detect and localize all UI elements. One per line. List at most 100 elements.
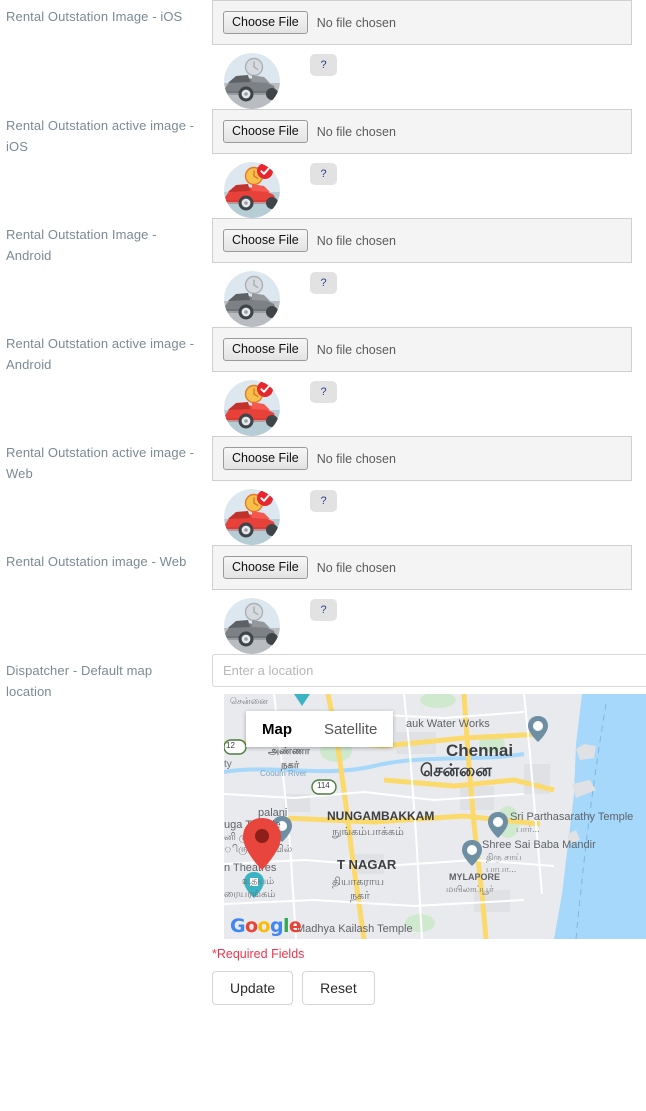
file-input[interactable]: Choose File No file chosen — [212, 545, 632, 590]
control-col: Choose File No file chosen ? — [200, 545, 646, 654]
location-input[interactable] — [212, 654, 646, 687]
map-label: NUNGAMBAKKAM — [327, 809, 434, 823]
image-preview-strip: ? — [212, 481, 632, 545]
control-col: Choose File No file chosen ? — [200, 0, 646, 109]
map-type-satellite[interactable]: Satellite — [308, 711, 393, 747]
map-label: T NAGAR — [337, 857, 397, 872]
map-label: Madhya Kailash Temple — [296, 923, 413, 935]
reset-button[interactable]: Reset — [302, 971, 375, 1005]
file-input[interactable]: Choose File No file chosen — [212, 327, 632, 372]
field-label: Rental Outstation Image - iOS — [6, 9, 183, 24]
image-preview-thumbnail — [224, 598, 280, 654]
image-preview-thumbnail — [224, 380, 280, 436]
google-logo: Google — [230, 915, 302, 937]
help-icon[interactable]: ? — [310, 272, 337, 294]
file-input[interactable]: Choose File No file chosen — [212, 0, 632, 45]
map-label: நகர் — [350, 890, 370, 902]
image-preview-strip: ? — [212, 263, 632, 327]
choose-file-button[interactable]: Choose File — [223, 447, 308, 470]
file-input[interactable]: Choose File No file chosen — [212, 436, 632, 481]
map-label: திரு சாய் — [486, 852, 522, 863]
map-label: palani — [258, 807, 287, 819]
map-label: உதயம் — [242, 876, 274, 887]
form-footer: *Required Fields Update Reset — [0, 939, 646, 1005]
control-col: Choose File No file chosen ? — [200, 109, 646, 218]
help-icon[interactable]: ? — [310, 381, 337, 403]
map-label: அண்ணா — [268, 746, 311, 757]
google-logo-letter: o — [257, 915, 270, 937]
choose-file-button[interactable]: Choose File — [223, 229, 308, 252]
map-preview[interactable]: சென்னை auk Water Works Chennai சென்னை அண்ணா ந… — [224, 694, 646, 939]
map-label: 114 — [317, 781, 330, 790]
image-preview-strip: ? — [212, 45, 632, 109]
field-label: Rental Outstation image - Web — [6, 554, 187, 569]
label-col: Rental Outstation Image - iOS — [0, 0, 200, 27]
help-icon[interactable]: ? — [310, 490, 337, 512]
file-status-text: No file chosen — [316, 233, 396, 248]
map-label: தியாகராய — [332, 876, 384, 888]
field-label: Rental Outstation active image - iOS — [6, 118, 195, 154]
map-type-toggle[interactable]: Map Satellite — [246, 711, 394, 747]
label-col: Rental Outstation Image - Android — [0, 218, 200, 266]
field-label: Rental Outstation Image - Android — [6, 227, 157, 263]
file-status-text: No file chosen — [316, 124, 396, 139]
map-label: சென்னை — [420, 761, 492, 780]
form-row-image: Rental Outstation active image - Web Cho… — [0, 436, 646, 545]
google-logo-letter: e — [288, 915, 302, 937]
image-preview-strip: ? — [212, 372, 632, 436]
google-logo-letter: g — [269, 915, 284, 937]
choose-file-button[interactable]: Choose File — [223, 120, 308, 143]
update-button[interactable]: Update — [212, 971, 294, 1005]
action-buttons: Update Reset — [212, 971, 646, 1005]
form-row-image: Rental Outstation Image - Android Choose… — [0, 218, 646, 327]
map-label: நுங்கம்பாக்கம் — [332, 826, 404, 838]
file-input[interactable]: Choose File No file chosen — [212, 109, 632, 154]
settings-form: Rental Outstation Image - iOS Choose Fil… — [0, 0, 646, 1005]
choose-file-button[interactable]: Choose File — [223, 11, 308, 34]
form-row-image: Rental Outstation Image - iOS Choose Fil… — [0, 0, 646, 109]
file-status-text: No file chosen — [316, 15, 396, 30]
form-row-image: Rental Outstation active image - iOS Cho… — [0, 109, 646, 218]
help-icon[interactable]: ? — [310, 163, 337, 185]
map-label: n Theatres — [224, 862, 277, 874]
form-row-image: Rental Outstation image - Web Choose Fil… — [0, 545, 646, 654]
form-rows: Rental Outstation Image - iOS Choose Fil… — [0, 0, 646, 654]
image-preview-thumbnail — [224, 162, 280, 218]
field-label: Rental Outstation active image - Android — [6, 336, 195, 372]
file-status-text: No file chosen — [316, 560, 396, 575]
image-preview-strip: ? — [212, 590, 632, 654]
map-label: மயிலாப்பூர் — [446, 884, 494, 894]
choose-file-button[interactable]: Choose File — [223, 556, 308, 579]
image-preview-thumbnail — [224, 271, 280, 327]
map-label: ரையரங்கம் — [224, 889, 276, 900]
map-label: பார்... — [516, 824, 540, 834]
map-label: Sri Parthasarathy Temple — [510, 811, 633, 823]
help-icon[interactable]: ? — [310, 599, 337, 621]
control-col: Choose File No file chosen ? — [200, 218, 646, 327]
form-row-map-location: Dispatcher - Default map location Enter … — [0, 654, 646, 939]
control-col: Choose File No file chosen ? — [200, 327, 646, 436]
map-label: சென்னை — [230, 696, 268, 706]
required-fields-note: *Required Fields — [212, 947, 305, 961]
map-label: Chennai — [446, 741, 513, 760]
field-label: Dispatcher - Default map location — [6, 663, 153, 699]
file-input[interactable]: Choose File No file chosen — [212, 218, 632, 263]
map-label: ty — [224, 759, 232, 770]
google-logo-letter: o — [245, 915, 258, 937]
file-status-text: No file chosen — [316, 342, 396, 357]
image-preview-thumbnail — [224, 489, 280, 545]
map-label: 12 — [226, 741, 235, 750]
image-preview-strip: ? — [212, 154, 632, 218]
form-row-image: Rental Outstation active image - Android… — [0, 327, 646, 436]
map-type-map[interactable]: Map — [246, 711, 308, 747]
google-logo-letter: G — [230, 915, 246, 937]
image-preview-thumbnail — [224, 53, 280, 109]
help-icon[interactable]: ? — [310, 54, 337, 76]
choose-file-button[interactable]: Choose File — [223, 338, 308, 361]
label-col: Rental Outstation active image - Web — [0, 436, 200, 484]
map-label: Shree Sai Baba Mandir — [482, 839, 596, 851]
control-col: சென்னைauk Water WorksChennaiசென்னைஅண்ணாந… — [200, 654, 646, 939]
control-col: Choose File No file chosen ? — [200, 436, 646, 545]
map-label: auk Water Works — [406, 718, 490, 730]
label-col: Rental Outstation active image - Android — [0, 327, 200, 375]
